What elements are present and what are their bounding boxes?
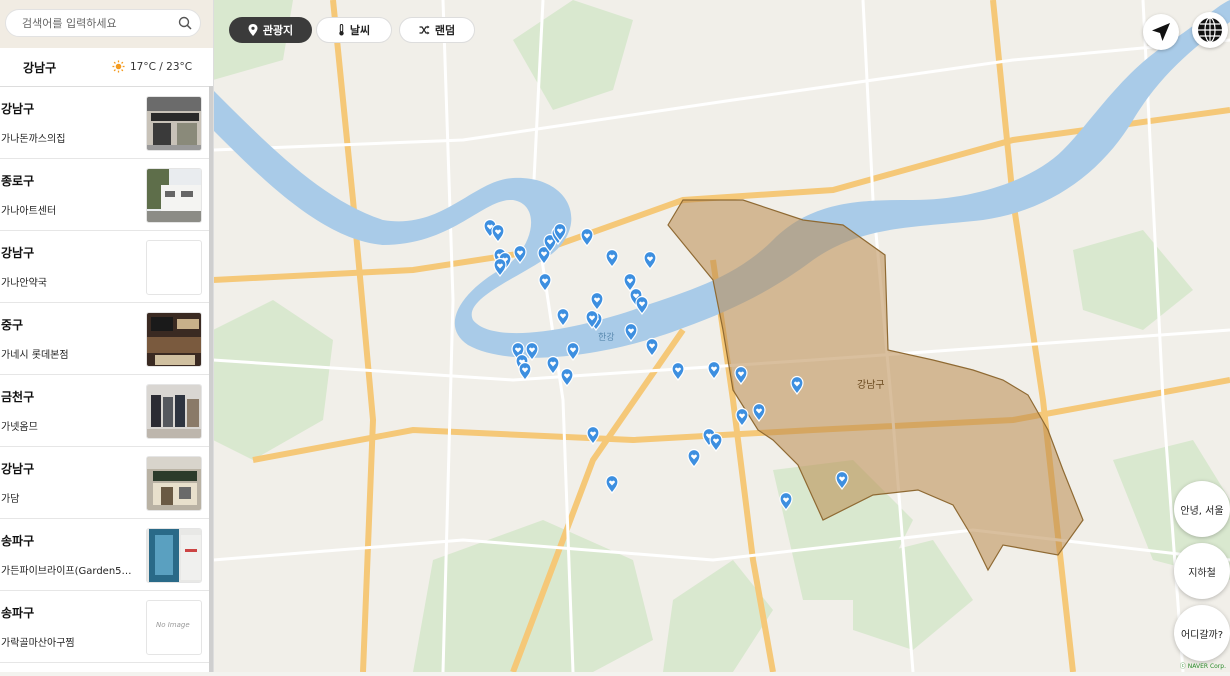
list-item-district: 송파구 — [1, 606, 35, 620]
list-item-name: 가나돈까스의집 — [1, 134, 66, 145]
list-item-name: 가든파이브라이프(Garden5… — [1, 566, 132, 577]
list-item-district: 송파구 — [1, 534, 35, 548]
thumbnail-restaurant — [146, 456, 202, 511]
search-input[interactable] — [20, 16, 174, 31]
search-bar — [0, 0, 213, 48]
search-icon[interactable] — [178, 16, 192, 30]
tab-tourist-spots-label: 관광지 — [262, 24, 294, 37]
list-item[interactable]: 강남구 가나안약국 — [0, 231, 213, 303]
list-item[interactable]: 중구 가네시 롯데본점 — [0, 303, 213, 375]
map-svg: 강남구 한강 — [212, 0, 1230, 674]
list-item-name: 가나안약국 — [1, 278, 47, 289]
list-item[interactable]: 종로구 가나아트센터 — [0, 159, 213, 231]
thumbnail-no-image: No Image — [146, 600, 202, 655]
thumbnail-building — [146, 168, 202, 223]
tab-tourist-spots[interactable]: 관광지 — [229, 17, 312, 43]
thumbnail-shop-front — [146, 96, 202, 151]
weather-temp: 17°C / 23°C — [130, 61, 193, 73]
globe-icon — [1198, 17, 1222, 43]
tab-weather-label: 날씨 — [349, 24, 371, 37]
list-item-district: 강남구 — [1, 462, 35, 476]
sidebar-scrollbar[interactable] — [209, 86, 213, 672]
thumbnail-blank — [146, 240, 202, 295]
where-to-go-button-label: 어디갈까? — [1180, 629, 1224, 641]
list-item[interactable]: 강남구 가담 — [0, 447, 213, 519]
map-attribution: ⓒ NAVER Corp. — [1179, 663, 1226, 670]
search-box[interactable] — [5, 9, 201, 37]
list-item-name: 가나아트센터 — [1, 206, 57, 217]
list-item-district: 강남구 — [1, 246, 35, 260]
list-item-name: 가넷옴므 — [1, 422, 38, 433]
map-canvas[interactable]: 강남구 한강 — [212, 0, 1230, 674]
where-to-go-button[interactable]: 어디갈까? — [1174, 605, 1230, 661]
list-item[interactable]: 금천구 가넷옴므 — [0, 375, 213, 447]
thumbnail-glass-building — [146, 528, 202, 583]
place-list: 강남구 가나돈까스의집 종로구 가나아트센터 강남구 가나안약국 중구 가네시 … — [0, 87, 213, 672]
tab-weather[interactable]: 날씨 — [316, 17, 392, 43]
list-item-name: 가네시 롯데본점 — [1, 350, 69, 361]
tab-random[interactable]: 랜덤 — [399, 17, 475, 43]
subway-button-label: 지하철 — [1188, 567, 1216, 579]
list-item-name: 가락골마산아구찜 — [1, 638, 75, 649]
weather-bar: 강남구 17°C / 23°C — [0, 48, 213, 87]
list-item[interactable]: 송파구 가락골마산아구찜 No Image — [0, 591, 213, 663]
thermometer-icon — [339, 24, 344, 36]
river-label: 한강 — [598, 332, 615, 343]
language-button[interactable] — [1192, 12, 1228, 48]
pin-icon — [248, 24, 258, 36]
greeting-button[interactable]: 안녕, 서울 — [1174, 481, 1230, 537]
no-image-text: No Image — [156, 621, 190, 629]
tab-random-label: 랜덤 — [434, 24, 456, 37]
list-item[interactable]: 송파구 가든파이브라이프(Garden5… — [0, 519, 213, 591]
current-location-button[interactable] — [1143, 14, 1179, 50]
list-item-district: 중구 — [1, 318, 24, 332]
list-item-district: 강남구 — [1, 102, 35, 116]
list-item-name: 가담 — [1, 494, 20, 505]
thumbnail-clothing — [146, 384, 202, 439]
sun-icon — [112, 60, 125, 73]
list-item-district: 종로구 — [1, 174, 35, 188]
shuffle-icon — [419, 25, 430, 35]
greeting-button-label: 안녕, 서울 — [1180, 505, 1224, 517]
sidebar: 강남구 17°C / 23°C 강남구 가나돈까스의집 종로구 가나아트센터 강… — [0, 0, 214, 672]
list-item[interactable]: 강남구 가나돈까스의집 — [0, 87, 213, 159]
region-label-gangnam: 강남구 — [857, 379, 885, 391]
thumbnail-store-interior — [146, 312, 202, 367]
list-item-district: 금천구 — [1, 390, 35, 404]
weather-district: 강남구 — [23, 61, 57, 75]
subway-button[interactable]: 지하철 — [1174, 543, 1230, 599]
list-item[interactable] — [0, 663, 213, 672]
navigation-arrow-icon — [1152, 23, 1170, 41]
